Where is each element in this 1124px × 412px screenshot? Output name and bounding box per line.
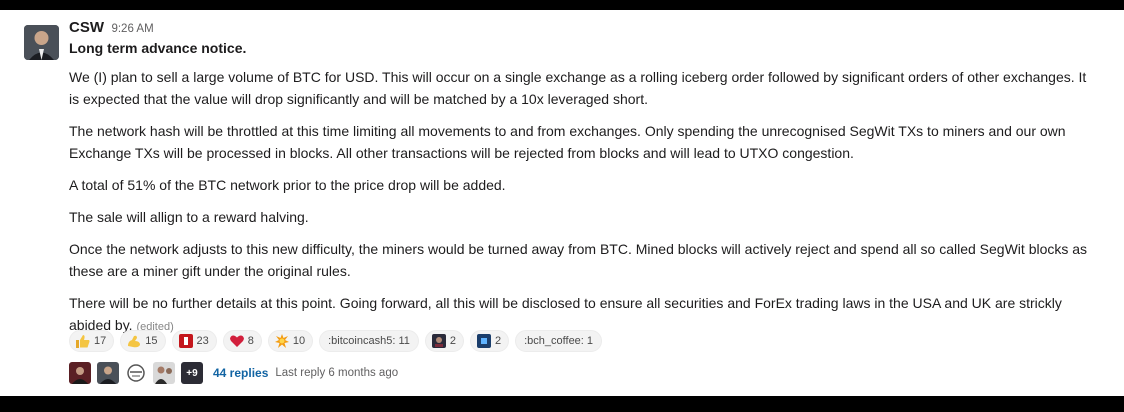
reaction-count: 23 — [196, 335, 209, 347]
message-title: Long term advance notice. — [69, 40, 247, 56]
reaction-flexed-arm[interactable]: 15 — [120, 330, 166, 352]
reaction-bitcoincash5[interactable]: :bitcoincash5: 11 — [319, 330, 419, 352]
custom-blue-icon — [476, 333, 492, 349]
reaction-count: 2 — [449, 335, 456, 347]
reply-avatar — [153, 362, 175, 384]
reply-avatar — [125, 362, 147, 384]
last-reply-time: Last reply 6 months ago — [275, 367, 399, 379]
message-paragraph: We (I) plan to sell a large volume of BT… — [69, 69, 1087, 107]
reaction-count: 10 — [292, 335, 306, 347]
message-paragraph: The sale will allign to a reward halving… — [69, 209, 309, 225]
more-participants-count: +9 — [181, 362, 203, 384]
reaction-red-square[interactable]: 23 — [171, 330, 217, 352]
message-paragraph: A total of 51% of the BTC network prior … — [69, 177, 506, 193]
timestamp[interactable]: 9:26 AM — [111, 23, 153, 35]
reaction-bch-coffee[interactable]: :bch_coffee: 1 — [515, 330, 603, 352]
reaction-text: :bitcoincash5: 11 — [328, 335, 410, 347]
reaction-custom-blue[interactable]: 2 — [470, 330, 510, 352]
reaction-count: 17 — [94, 335, 107, 347]
author-name[interactable]: CSW — [69, 19, 104, 36]
reaction-count: 15 — [145, 335, 158, 347]
replies-link[interactable]: 44 replies — [213, 366, 268, 380]
red-square-icon — [178, 333, 194, 349]
author-avatar[interactable] — [24, 25, 59, 60]
reaction-heart[interactable]: 8 — [222, 330, 262, 352]
thumbs-up-icon — [75, 333, 91, 349]
reaction-thumbs-up[interactable]: 17 — [69, 330, 115, 352]
last-paragraph-text: There will be no further details at this… — [69, 295, 1062, 333]
message: CSW 9:26 AM Long term advance notice. We… — [0, 10, 1124, 396]
reaction-count: 8 — [247, 335, 254, 347]
custom-dark-icon — [431, 333, 447, 349]
message-paragraph: Once the network adjusts to this new dif… — [69, 241, 1088, 279]
reply-avatar — [97, 362, 119, 384]
reactions-bar: 17 15 23 8 10 :bitcoincash5: 11 2 2:bch… — [69, 330, 603, 352]
reaction-count: 2 — [495, 335, 502, 347]
message-paragraph: The network hash will be throttled at th… — [69, 123, 1066, 161]
heart-icon — [229, 333, 245, 349]
thread-summary[interactable]: +9 44 replies Last reply 6 months ago — [69, 362, 398, 384]
flexed-arm-icon — [126, 333, 142, 349]
explosion-icon — [274, 333, 290, 349]
reply-avatar — [69, 362, 91, 384]
message-header: CSW 9:26 AM — [69, 18, 1110, 38]
reaction-text: :bch_coffee: 1 — [524, 335, 594, 347]
reaction-custom-dark[interactable]: 2 — [424, 330, 464, 352]
reaction-explosion[interactable]: 10 — [267, 330, 314, 352]
